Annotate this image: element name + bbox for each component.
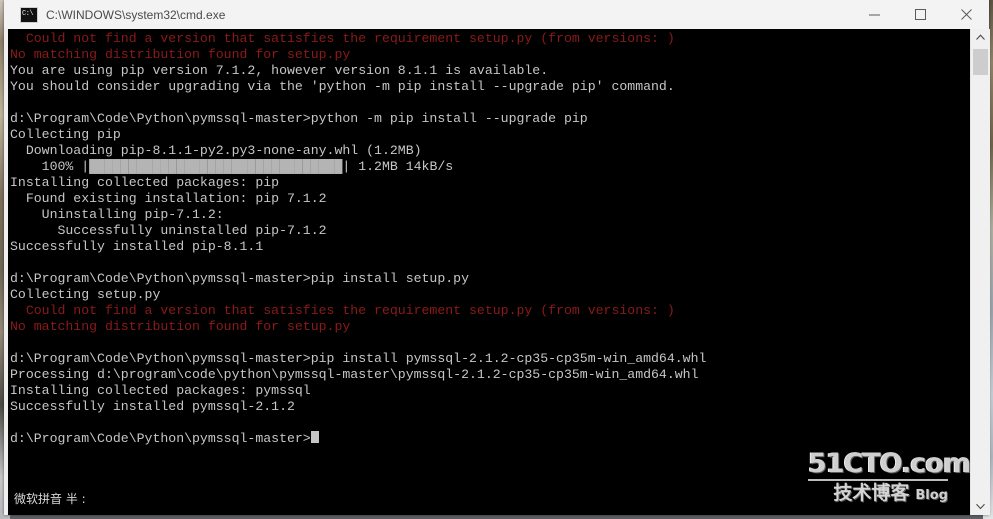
close-button[interactable] bbox=[943, 0, 989, 29]
watermark-rule bbox=[808, 479, 948, 481]
console-line: Processing d:\program\code\python\pymssq… bbox=[10, 367, 699, 382]
minimize-button[interactable] bbox=[851, 0, 897, 29]
vertical-scrollbar[interactable] bbox=[970, 29, 990, 515]
console-line-text: 100% | bbox=[10, 159, 90, 174]
console-line: Successfully installed pip-8.1.1 bbox=[10, 239, 264, 254]
console-line: Installing collected packages: pip bbox=[10, 175, 280, 190]
watermark-51cto: 51CTO.com 技术博客 Blog bbox=[808, 448, 970, 504]
watermark-subtitle-row: 技术博客 Blog bbox=[808, 482, 948, 504]
window-title: C:\WINDOWS\system32\cmd.exe bbox=[46, 7, 226, 22]
console-output-area[interactable]: Could not find a version that satisfies … bbox=[8, 29, 970, 515]
console-prompt: d:\Program\Code\Python\pymssql-master> bbox=[10, 431, 311, 446]
console-line: No matching distribution found for setup… bbox=[10, 47, 351, 62]
text-cursor bbox=[310, 431, 319, 443]
console-line: Installing collected packages: pymssql bbox=[10, 383, 311, 398]
ime-indicator: 微软拼音 半 : bbox=[14, 492, 86, 506]
cmd-icon bbox=[20, 6, 38, 23]
maximize-icon bbox=[914, 9, 926, 20]
scroll-track[interactable] bbox=[971, 75, 990, 498]
console-prompt-line: d:\Program\Code\Python\pymssql-master> bbox=[10, 431, 706, 447]
scroll-down-button[interactable] bbox=[971, 498, 990, 515]
minimize-icon bbox=[868, 14, 880, 16]
watermark-subtitle-en: Blog bbox=[915, 488, 948, 503]
console-line: You should consider upgrading via the 'p… bbox=[10, 79, 675, 94]
console-line: Successfully installed pymssql-2.1.2 bbox=[10, 399, 295, 414]
console-line: Could not find a version that satisfies … bbox=[10, 303, 675, 318]
watermark-title: 51CTO.com bbox=[808, 448, 970, 479]
chevron-down-icon bbox=[976, 503, 985, 510]
console-line: Collecting setup.py bbox=[10, 287, 161, 302]
maximize-button[interactable] bbox=[897, 0, 943, 29]
window-titlebar[interactable]: C:\WINDOWS\system32\cmd.exe bbox=[4, 0, 989, 29]
console-line: 100% |████████████████████████████████| … bbox=[10, 159, 706, 175]
console-line: Found existing installation: pip 7.1.2 bbox=[10, 191, 327, 206]
console-line-text: | 1.2MB 14kB/s bbox=[342, 159, 454, 174]
scroll-up-button[interactable] bbox=[971, 29, 990, 46]
desktop-screen: C:\WINDOWS\system32\cmd.exe bbox=[0, 0, 993, 519]
console-line: d:\Program\Code\Python\pymssql-master>pi… bbox=[10, 271, 469, 286]
console-line: No matching distribution found for setup… bbox=[10, 319, 351, 334]
close-icon bbox=[960, 9, 972, 20]
cmd-window[interactable]: C:\WINDOWS\system32\cmd.exe bbox=[4, 0, 990, 515]
console-line: Could not find a version that satisfies … bbox=[10, 31, 675, 46]
scroll-thumb[interactable] bbox=[973, 49, 988, 75]
console-line: Uninstalling pip-7.1.2: bbox=[10, 207, 224, 222]
console-line: Collecting pip bbox=[10, 127, 121, 142]
watermark-subtitle-cn: 技术博客 bbox=[833, 482, 910, 504]
console-line: d:\Program\Code\Python\pymssql-master>pi… bbox=[10, 351, 707, 366]
window-controls bbox=[851, 0, 989, 29]
console-line: d:\Program\Code\Python\pymssql-master>py… bbox=[10, 111, 588, 126]
console-text: Could not find a version that satisfies … bbox=[10, 31, 706, 447]
console-line: Downloading pip-8.1.1-py2.py3-none-any.w… bbox=[10, 143, 422, 158]
progress-bar-fill: ████████████████████████████████ bbox=[89, 159, 343, 174]
console-line: Successfully uninstalled pip-7.1.2 bbox=[10, 223, 327, 238]
chevron-up-icon bbox=[976, 34, 985, 40]
console-line: You are using pip version 7.1.2, however… bbox=[10, 63, 549, 78]
